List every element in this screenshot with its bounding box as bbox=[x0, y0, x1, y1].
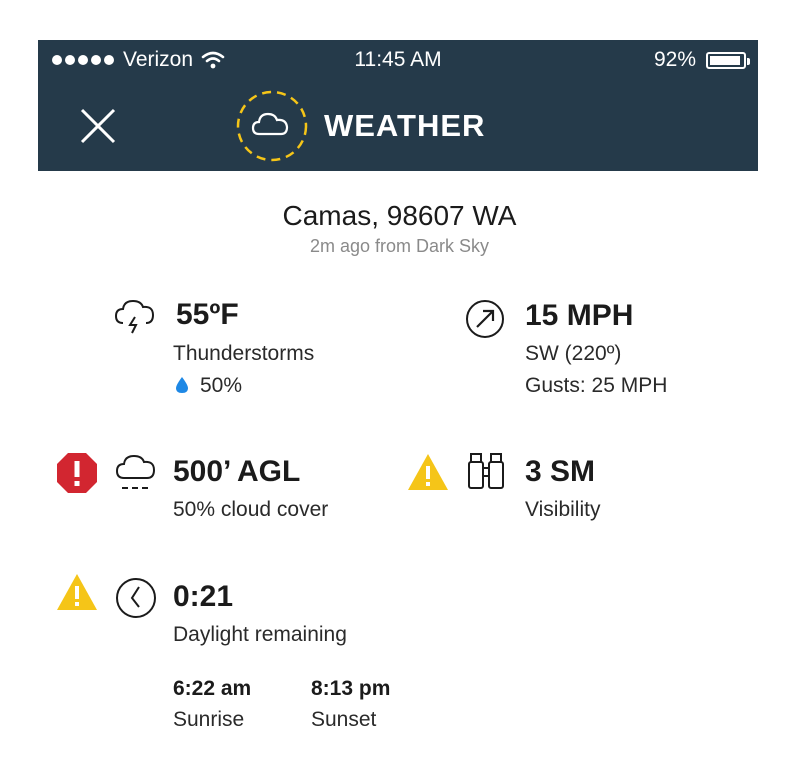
daylight-value: 0:21 bbox=[173, 580, 234, 613]
warning-alert-icon[interactable] bbox=[55, 572, 99, 612]
visibility-label: Visibility bbox=[525, 498, 601, 521]
nav-bar: WEATHER bbox=[38, 82, 758, 171]
wind-direction: SW (220º) bbox=[525, 342, 622, 365]
wind-direction-icon bbox=[466, 300, 504, 338]
sunrise-label: Sunrise bbox=[173, 708, 245, 731]
sunrise-time: 6:22 am bbox=[173, 677, 252, 700]
weather-screen: Verizon 11:45 AM 92% WEATHER bbox=[38, 40, 758, 773]
battery-group: 92% bbox=[653, 48, 750, 72]
raindrop-icon bbox=[176, 377, 188, 393]
ceiling-value: 500’ AGL bbox=[173, 455, 301, 488]
status-bar: Verizon 11:45 AM 92% bbox=[38, 40, 758, 82]
cloud-icon bbox=[236, 90, 308, 162]
precip-chance: 50% bbox=[200, 374, 243, 397]
daylight-label: Daylight remaining bbox=[173, 623, 347, 646]
binoculars-icon bbox=[468, 453, 504, 489]
updated-text: 2m ago from Dark Sky bbox=[309, 236, 490, 256]
wind-gusts: Gusts: 25 MPH bbox=[525, 374, 668, 397]
cloud-ceiling-icon bbox=[115, 454, 156, 489]
visibility-value: 3 SM bbox=[525, 455, 596, 488]
wind-speed: 15 MPH bbox=[525, 299, 634, 332]
clock-icon bbox=[116, 578, 156, 618]
condition-label: Thunderstorms bbox=[173, 342, 315, 365]
danger-alert-icon[interactable] bbox=[55, 451, 99, 495]
sunset-time: 8:13 pm bbox=[311, 677, 391, 700]
battery-percent: 92% bbox=[653, 48, 696, 71]
status-time: 11:45 AM bbox=[354, 48, 442, 71]
warning-alert-icon[interactable] bbox=[406, 452, 450, 492]
cloud-cover-label: 50% cloud cover bbox=[173, 498, 329, 521]
sunset-label: Sunset bbox=[311, 708, 377, 731]
thunderstorm-icon bbox=[114, 299, 155, 334]
location-name: Camas, 98607 WA bbox=[282, 200, 517, 231]
close-icon[interactable] bbox=[76, 104, 120, 148]
temperature-value: 55ºF bbox=[176, 298, 239, 331]
nav-title-group: WEATHER bbox=[234, 88, 485, 164]
page-title: WEATHER bbox=[324, 108, 486, 143]
battery-icon bbox=[706, 51, 750, 69]
